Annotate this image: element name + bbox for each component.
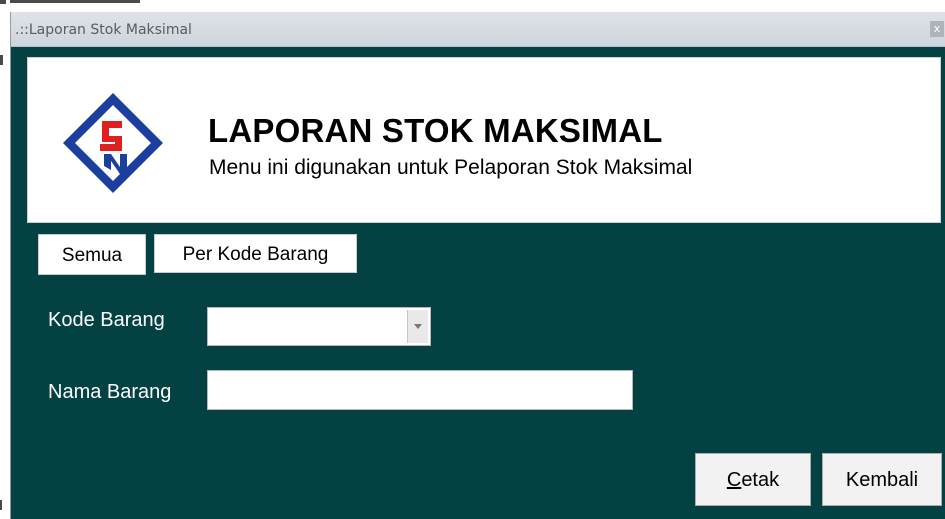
kembali-button[interactable]: Kembali xyxy=(822,453,942,506)
tab-semua[interactable]: Semua xyxy=(38,234,146,275)
kode-barang-label: Kode Barang xyxy=(48,309,165,331)
cetak-accelerator: C xyxy=(726,469,742,491)
close-button[interactable]: x xyxy=(930,21,944,37)
background-fragment xyxy=(10,0,140,3)
page-title: LAPORAN STOK MAKSIMAL xyxy=(208,112,663,149)
background-fragment xyxy=(0,500,2,510)
kode-barang-combobox[interactable] xyxy=(207,307,431,346)
report-window: .::Laporan Stok Maksimal x LAPORAN STOK … xyxy=(10,12,945,519)
window-title: .::Laporan Stok Maksimal xyxy=(15,22,192,38)
cetak-label-rest: etak xyxy=(741,469,780,491)
title-bar: .::Laporan Stok Maksimal x xyxy=(11,12,945,47)
tab-per-kode-barang[interactable]: Per Kode Barang xyxy=(154,234,357,273)
background-fragment xyxy=(0,0,6,4)
nama-barang-label: Nama Barang xyxy=(48,381,172,403)
close-icon: x xyxy=(933,22,941,35)
page-subtitle: Menu ini digunakan untuk Pelaporan Stok … xyxy=(209,156,693,179)
cetak-button[interactable]: Cetak xyxy=(695,453,811,506)
header-panel: LAPORAN STOK MAKSIMAL Menu ini digunakan… xyxy=(27,57,941,223)
nama-barang-field[interactable] xyxy=(207,370,633,410)
chevron-down-icon[interactable] xyxy=(407,310,428,343)
background-fragment xyxy=(0,55,3,65)
company-logo xyxy=(63,93,163,193)
